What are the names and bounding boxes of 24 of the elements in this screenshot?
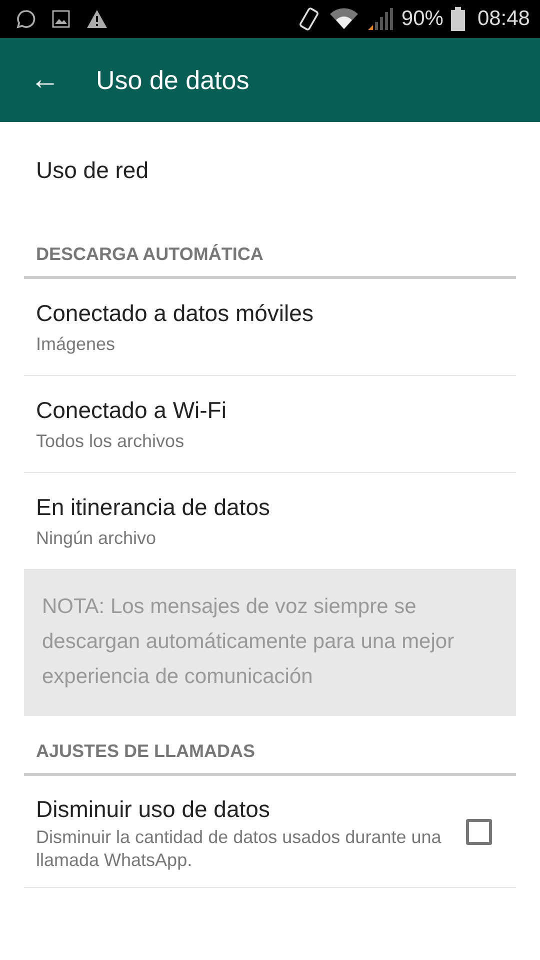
vibrate-icon: [297, 6, 322, 32]
setting-title[interactable]: Conectado a datos móviles: [36, 296, 504, 331]
screen-title: Uso de datos: [96, 64, 250, 96]
wifi-icon: [329, 7, 360, 31]
setting-title[interactable]: Disminuir uso de datos: [36, 792, 466, 826]
setting-value: Ningún archivo: [36, 526, 158, 550]
section-header: AJUSTES DE LLAMADAS: [24, 716, 516, 776]
section-header: DESCARGA AUTOMÁTICA: [24, 219, 516, 279]
clock: 08:48: [477, 6, 530, 32]
battery-icon: [451, 7, 466, 31]
setting-title[interactable]: En itinerancia de datos: [36, 490, 504, 525]
signal-icon: [367, 7, 394, 31]
warning-icon: [86, 9, 108, 29]
setting-value: Disminuir la cantidad de datos usados durante una llamada WhatsApp.: [36, 826, 442, 872]
battery-percentage: 90%: [401, 6, 444, 32]
setting-value: Todos los archivos: [36, 430, 186, 453]
back-button[interactable]: ←: [26, 65, 64, 95]
image-icon: [52, 10, 70, 28]
setting-title[interactable]: Conectado a Wi-Fi: [36, 393, 504, 428]
setting-item[interactable]: Uso de red: [24, 122, 516, 219]
checkbox[interactable]: [466, 818, 492, 844]
note-text: NOTA: Los mensajes de voz siempre se descargan automáticamente para una mejor experiencia de comunicación: [24, 570, 516, 716]
setting-value: Imágenes: [36, 332, 116, 356]
chat-icon: [16, 9, 36, 29]
